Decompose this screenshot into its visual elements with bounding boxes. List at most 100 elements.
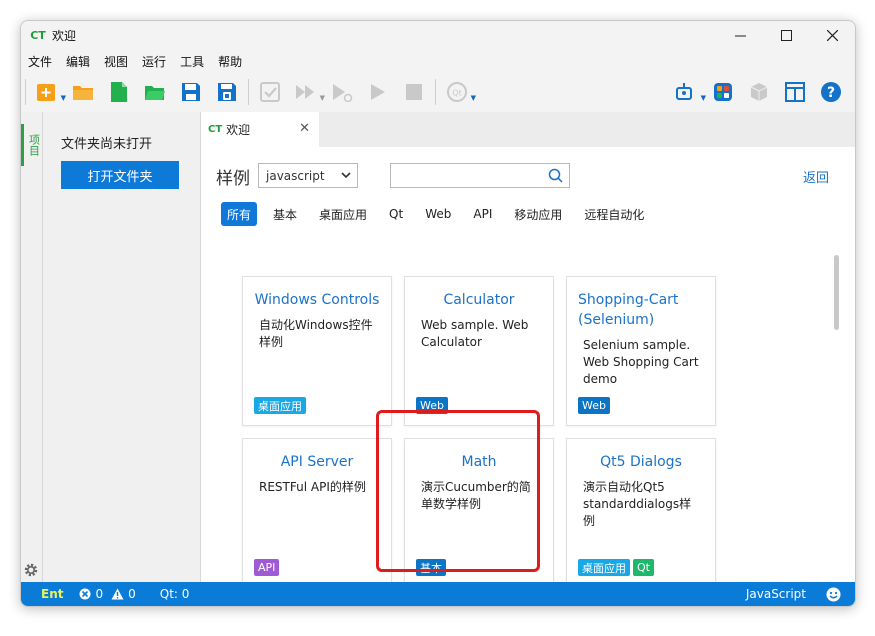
svg-text:?: ? — [827, 85, 835, 101]
extensions-button[interactable] — [710, 79, 736, 105]
check-button[interactable] — [257, 79, 283, 105]
tag-badge: Web — [416, 397, 448, 414]
window-title: 欢迎 — [52, 29, 77, 43]
filter-7[interactable]: 远程自动化 — [578, 202, 650, 226]
project-tab[interactable]: 项目 — [21, 124, 43, 166]
sample-card-title[interactable]: Math — [405, 452, 553, 472]
filter-2[interactable]: 桌面应用 — [313, 202, 373, 226]
feedback-smiley-icon[interactable] — [826, 587, 841, 602]
language-select-value: javascript — [266, 168, 325, 183]
save-all-icon — [218, 83, 236, 101]
folder-icon — [73, 86, 93, 100]
chevron-down-icon — [341, 172, 351, 179]
sample-card-title[interactable]: Qt5 Dialogs — [567, 452, 715, 472]
qt-button[interactable]: Qt ▼ — [444, 79, 476, 105]
sample-cards: Windows Controls 自动化Windows控件样例 桌面应用 Calcul… — [242, 276, 842, 588]
qt-icon: Qt — [447, 82, 467, 102]
new-file-button[interactable] — [106, 79, 132, 105]
filter-3[interactable]: Qt — [383, 202, 409, 226]
minimize-icon — [734, 35, 746, 37]
menu-view[interactable]: 视图 — [97, 53, 135, 70]
app-logo-icon: CT — [30, 29, 46, 42]
maximize-button[interactable] — [763, 21, 809, 50]
fast-forward-icon — [296, 85, 314, 99]
sample-card-tags: 桌面应用 — [254, 397, 309, 414]
filter-1[interactable]: 基本 — [267, 202, 303, 226]
filter-6[interactable]: 移动应用 — [508, 202, 568, 226]
run-all-button[interactable]: ▼ — [293, 79, 325, 105]
language-select[interactable]: javascript — [258, 163, 358, 188]
sample-card-description: Web sample. Web Calculator — [421, 318, 529, 349]
filter-0[interactable]: 所有 — [221, 202, 258, 226]
menu-help[interactable]: 帮助 — [211, 53, 249, 70]
package-button[interactable] — [746, 79, 772, 105]
activity-bar: 项目 — [21, 112, 43, 582]
language-mode[interactable]: JavaScript — [746, 587, 806, 601]
sample-card[interactable]: Qt5 Dialogs 演示自动化Qt5 standarddialogs样例 桌面应… — [566, 438, 716, 588]
run-profile-button[interactable] — [329, 79, 355, 105]
sample-card-tags: Web — [416, 397, 451, 414]
tab-logo-icon: CT — [208, 124, 223, 135]
toolbar-separator — [435, 79, 436, 105]
sample-card-title[interactable]: Windows Controls — [243, 290, 391, 310]
open-file-icon — [145, 86, 165, 100]
sample-card-title[interactable]: Shopping-Cart (Selenium) — [567, 290, 715, 330]
svg-text:Qt: Qt — [452, 89, 461, 98]
tag-badge: 桌面应用 — [578, 559, 630, 576]
explorer-panel: 文件夹尚未打开 打开文件夹 — [43, 112, 201, 582]
tab-close-icon[interactable]: ✕ — [299, 121, 310, 136]
filter-5[interactable]: API — [467, 202, 498, 226]
open-folder-toolbar-button[interactable] — [70, 79, 96, 105]
stop-icon — [406, 84, 422, 100]
open-folder-button[interactable]: 打开文件夹 — [61, 161, 179, 189]
save-button[interactable] — [178, 79, 204, 105]
sample-search-input[interactable] — [390, 163, 570, 188]
category-filters: 所有 基本 桌面应用 Qt Web API 移动应用 远程自动化 — [221, 202, 660, 226]
stop-button[interactable] — [401, 79, 427, 105]
help-icon: ? — [821, 82, 841, 102]
window-controls — [717, 21, 855, 50]
toolbar: ▼ ▼ Qt ▼ ▼ ? — [21, 72, 855, 112]
new-file-icon — [111, 82, 127, 102]
sample-card[interactable]: Math 演示Cucumber的简单数学样例基本 — [404, 438, 554, 588]
close-button[interactable] — [809, 21, 855, 50]
menu-edit[interactable]: 编辑 — [59, 53, 97, 70]
sample-card[interactable]: Calculator Web sample. Web Calculator Web — [404, 276, 554, 426]
menu-tools[interactable]: 工具 — [173, 53, 211, 70]
minimize-button[interactable] — [717, 21, 763, 50]
filter-4[interactable]: Web — [419, 202, 457, 226]
error-count[interactable]: 0 — [79, 587, 103, 601]
run-button[interactable] — [365, 79, 391, 105]
sample-card-description: 演示Cucumber的简单数学样例 — [421, 480, 531, 511]
dropdown-caret-icon: ▼ — [700, 94, 706, 102]
qt-status[interactable]: Qt: 0 — [160, 587, 190, 601]
new-project-button[interactable]: ▼ — [34, 79, 66, 105]
back-link[interactable]: 返回 — [803, 167, 829, 186]
warning-count[interactable]: 0 — [111, 587, 136, 601]
status-right: JavaScript — [746, 582, 841, 606]
dropdown-caret-icon: ▼ — [60, 94, 66, 102]
menu-file[interactable]: 文件 — [21, 53, 59, 70]
layout-icon — [785, 82, 805, 102]
maximize-icon — [780, 30, 792, 41]
open-file-button[interactable] — [142, 79, 168, 105]
save-all-button[interactable] — [214, 79, 240, 105]
sample-card[interactable]: Shopping-Cart (Selenium) Selenium sample.… — [566, 276, 716, 426]
sample-card-tags: 桌面应用 Qt — [578, 559, 657, 576]
tag-badge: 基本 — [416, 559, 446, 576]
layout-button[interactable] — [782, 79, 808, 105]
sample-card-title[interactable]: API Server — [243, 452, 391, 472]
sample-card[interactable]: Windows Controls 自动化Windows控件样例 桌面应用 — [242, 276, 392, 426]
gear-icon[interactable] — [23, 562, 39, 578]
dropdown-caret-icon: ▼ — [319, 94, 325, 102]
sample-card-title[interactable]: Calculator — [405, 290, 553, 310]
save-icon — [182, 83, 200, 101]
tab-welcome[interactable]: CT 欢迎 ✕ — [201, 112, 319, 147]
sample-card[interactable]: API Server RESTFul API的样例 API — [242, 438, 392, 588]
toolbar-right: ▼ ? — [669, 79, 849, 105]
help-button[interactable]: ? — [818, 79, 844, 105]
tag-badge: API — [254, 559, 280, 576]
menu-run[interactable]: 运行 — [135, 53, 173, 70]
toolbar-separator — [248, 79, 249, 105]
robot-button[interactable]: ▼ — [674, 79, 706, 105]
